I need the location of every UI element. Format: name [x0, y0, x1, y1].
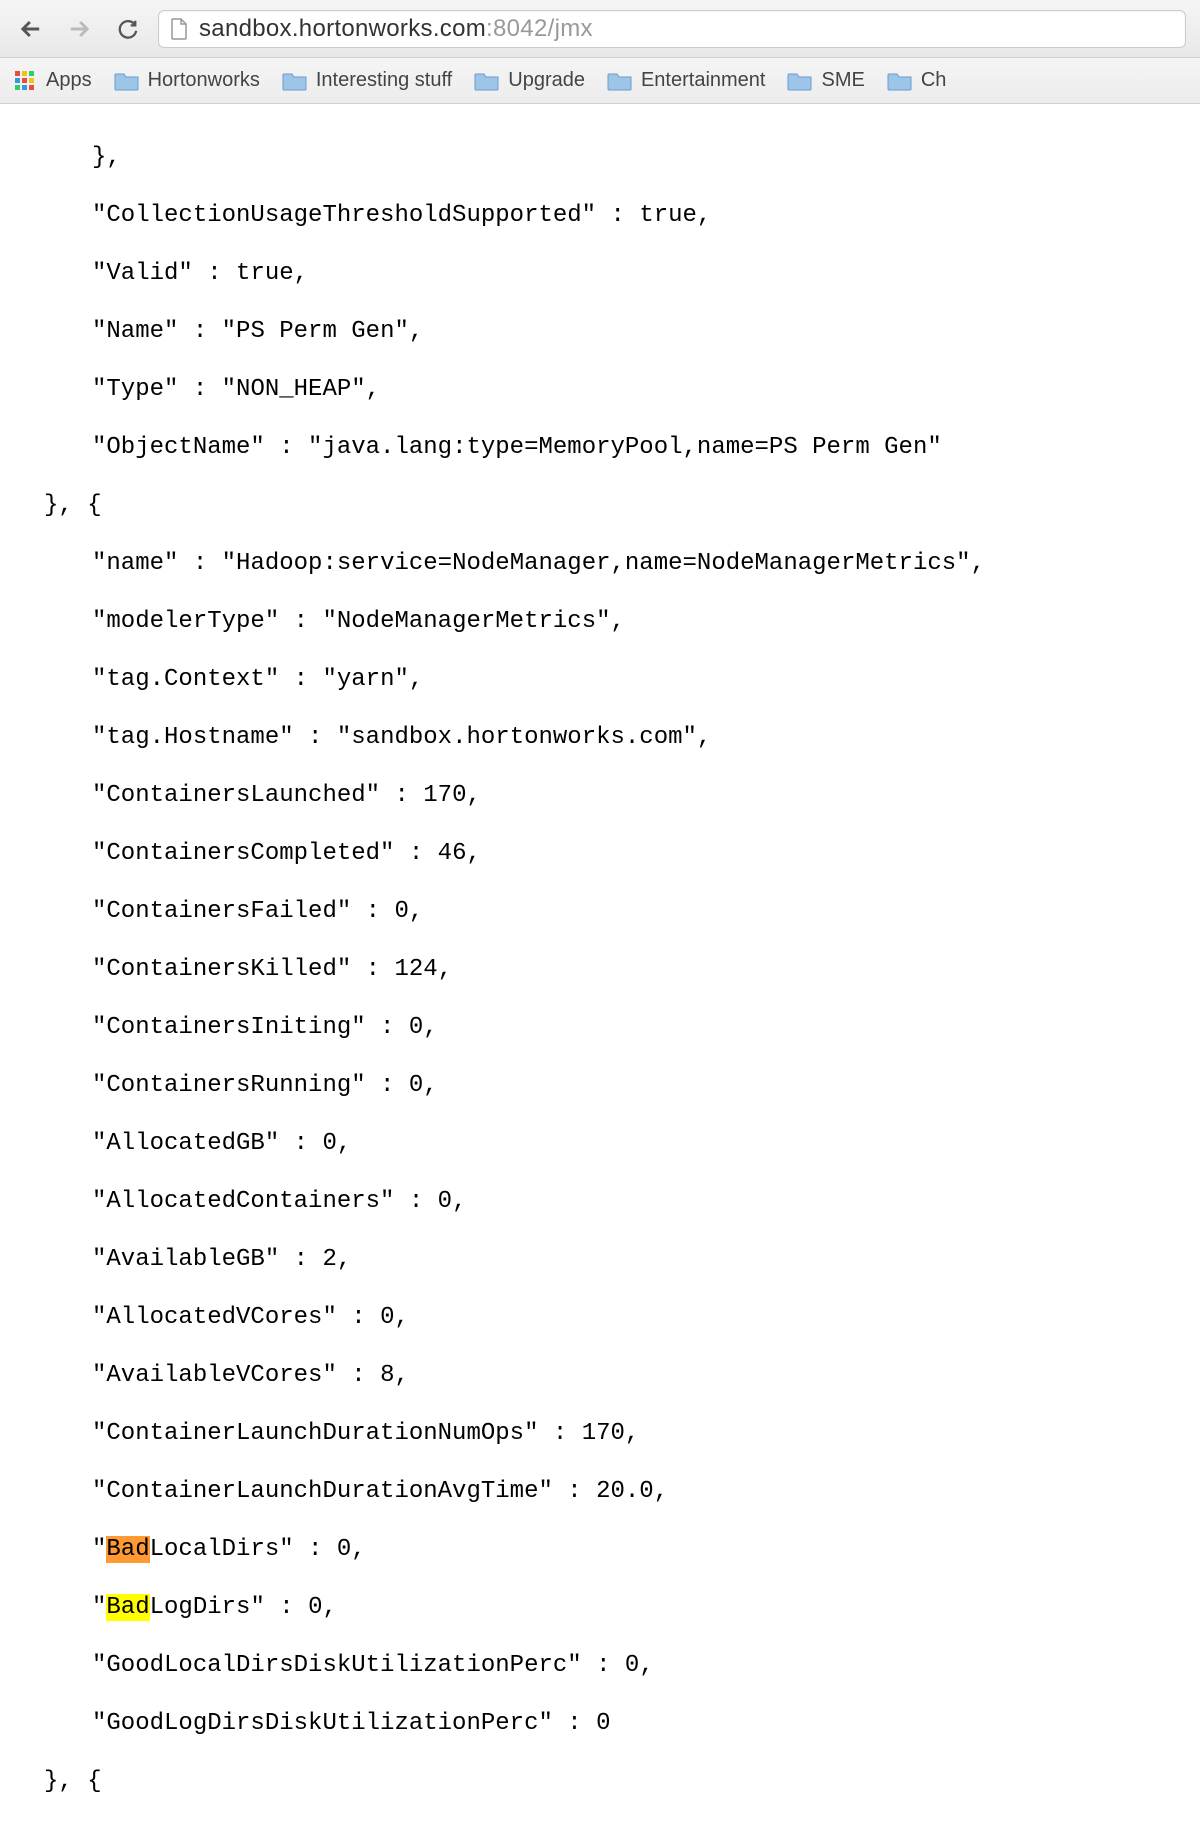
json-line: "name" : "Hadoop:service=NodeManager,nam…	[14, 549, 1186, 578]
json-line: "ContainersLaunched" : 170,	[14, 781, 1186, 810]
folder-icon	[114, 70, 140, 92]
json-line: "CollectionUsageThresholdSupported" : tr…	[14, 201, 1186, 230]
bookmark-folder-upgrade[interactable]: Upgrade	[474, 69, 585, 92]
json-line-badlogdirs: "BadLogDirs" : 0,	[14, 1593, 1186, 1622]
json-line: "AvailableVCores" : 8,	[14, 1361, 1186, 1390]
json-line: "ContainerLaunchDurationNumOps" : 170,	[14, 1419, 1186, 1448]
jmx-content: }, "CollectionUsageThresholdSupported" :…	[0, 104, 1200, 1835]
json-line: "GoodLocalDirsDiskUtilizationPerc" : 0,	[14, 1651, 1186, 1680]
file-icon	[169, 17, 189, 41]
bookmark-label: Interesting stuff	[316, 69, 452, 92]
json-line: "ContainerLaunchDurationAvgTime" : 20.0,	[14, 1477, 1186, 1506]
json-line: }, {	[14, 491, 1186, 520]
json-line: "GoodLogDirsDiskUtilizationPerc" : 0	[14, 1709, 1186, 1738]
bookmark-label: SME	[821, 69, 864, 92]
bookmark-label: Entertainment	[641, 69, 766, 92]
json-line: "AllocatedContainers" : 0,	[14, 1187, 1186, 1216]
folder-icon	[887, 70, 913, 92]
json-line: "ContainersKilled" : 124,	[14, 955, 1186, 984]
json-line: "ContainersRunning" : 0,	[14, 1071, 1186, 1100]
json-line: "AvailableGB" : 2,	[14, 1245, 1186, 1274]
json-line: "tag.Context" : "yarn",	[14, 665, 1186, 694]
apps-icon	[14, 70, 36, 92]
browser-toolbar: sandbox.hortonworks.com:8042/jmx	[0, 0, 1200, 58]
url-text: sandbox.hortonworks.com:8042/jmx	[199, 15, 593, 43]
json-line: "ObjectName" : "java.lang:type=MemoryPoo…	[14, 433, 1186, 462]
json-line: "Valid" : true,	[14, 259, 1186, 288]
folder-icon	[282, 70, 308, 92]
bookmark-folder-hortonworks[interactable]: Hortonworks	[114, 69, 260, 92]
back-button[interactable]	[14, 12, 48, 46]
json-line: "ContainersCompleted" : 46,	[14, 839, 1186, 868]
json-line: "AllocatedVCores" : 0,	[14, 1303, 1186, 1332]
bookmark-folder-entertainment[interactable]: Entertainment	[607, 69, 766, 92]
json-line-badlocaldirs: "BadLocalDirs" : 0,	[14, 1535, 1186, 1564]
bookmark-label: Ch	[921, 69, 947, 92]
highlight-bad-orange: Bad	[106, 1536, 149, 1563]
apps-button[interactable]: Apps	[14, 69, 92, 92]
bookmark-label: Upgrade	[508, 69, 585, 92]
bookmark-folder-interesting[interactable]: Interesting stuff	[282, 69, 452, 92]
folder-icon	[787, 70, 813, 92]
json-line: "Type" : "NON_HEAP",	[14, 375, 1186, 404]
forward-button[interactable]	[62, 12, 96, 46]
bookmarks-bar: Apps Hortonworks Interesting stuff Upgra…	[0, 58, 1200, 104]
highlight-bad-yellow: Bad	[106, 1594, 149, 1621]
bookmark-folder-sme[interactable]: SME	[787, 69, 864, 92]
address-bar[interactable]: sandbox.hortonworks.com:8042/jmx	[158, 10, 1186, 48]
bookmark-label: Hortonworks	[148, 69, 260, 92]
json-line: "ContainersFailed" : 0,	[14, 897, 1186, 926]
json-line: }, {	[14, 1767, 1186, 1796]
apps-label: Apps	[46, 69, 92, 92]
json-line: "modelerType" : "NodeManagerMetrics",	[14, 607, 1186, 636]
folder-icon	[607, 70, 633, 92]
json-line: "ContainersIniting" : 0,	[14, 1013, 1186, 1042]
json-line: "Name" : "PS Perm Gen",	[14, 317, 1186, 346]
json-line: "AllocatedGB" : 0,	[14, 1129, 1186, 1158]
reload-button[interactable]	[110, 12, 144, 46]
bookmark-folder-ch[interactable]: Ch	[887, 69, 947, 92]
json-line: },	[14, 143, 1186, 172]
folder-icon	[474, 70, 500, 92]
json-line: "tag.Hostname" : "sandbox.hortonworks.co…	[14, 723, 1186, 752]
